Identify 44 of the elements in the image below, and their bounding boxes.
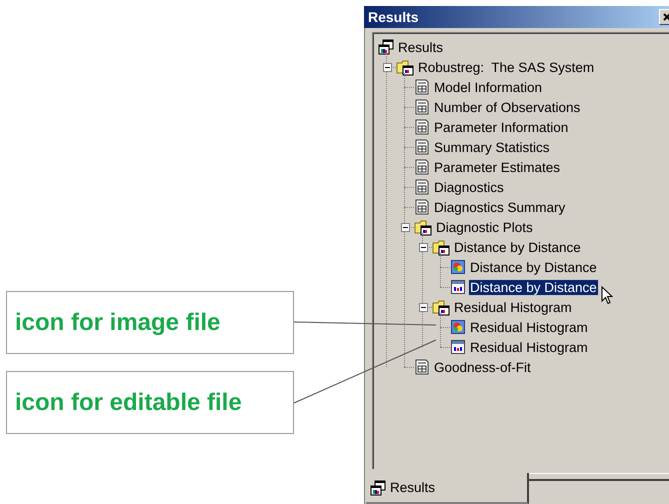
picture-file-icon xyxy=(450,259,466,275)
tree-item[interactable]: Residual Histogram xyxy=(469,340,589,354)
callout-label: icon for image file xyxy=(6,291,294,354)
tree-item[interactable]: Goodness-of-Fit xyxy=(433,360,532,374)
tree-item[interactable]: Distance by Distance xyxy=(469,280,598,294)
folder-icon xyxy=(414,218,432,236)
table-icon xyxy=(414,359,430,375)
table-icon xyxy=(414,159,430,175)
tree-item[interactable]: Parameter Information xyxy=(433,120,570,134)
chart-window-icon xyxy=(450,279,466,295)
tree-item[interactable]: Parameter Estimates xyxy=(433,160,562,174)
table-icon xyxy=(414,119,430,135)
tree-item[interactable]: Number of Observations xyxy=(433,100,582,114)
mouse-cursor-icon xyxy=(600,286,613,304)
collapse-toggle[interactable] xyxy=(418,242,428,252)
table-icon xyxy=(414,79,430,95)
tree-item[interactable]: Results xyxy=(397,40,444,54)
tree-item[interactable]: Model Information xyxy=(433,80,544,94)
tree-item[interactable]: Distance by Distance xyxy=(469,260,598,274)
tree-item[interactable]: Summary Statistics xyxy=(433,140,551,154)
windows-icon xyxy=(378,39,394,55)
tree-item[interactable]: Residual Histogram xyxy=(469,320,589,334)
chart-window-icon xyxy=(450,339,466,355)
collapse-toggle[interactable] xyxy=(418,302,428,312)
collapse-toggle[interactable] xyxy=(400,222,410,232)
tree-item[interactable]: Diagnostics xyxy=(433,180,505,194)
table-icon xyxy=(414,179,430,195)
folder-icon xyxy=(396,58,414,76)
tree-item[interactable]: Diagnostic Plots xyxy=(435,220,534,234)
tree-item[interactable]: Residual Histogram xyxy=(453,300,573,314)
windows-icon xyxy=(370,480,386,496)
tab[interactable]: Results xyxy=(366,473,529,504)
window-title: Results xyxy=(368,9,419,25)
folder-icon xyxy=(432,238,450,256)
table-icon xyxy=(414,99,430,115)
folder-icon xyxy=(432,298,450,316)
table-icon xyxy=(414,199,430,215)
tree-item[interactable]: Robustreg: The SAS System xyxy=(417,60,596,74)
table-icon xyxy=(414,139,430,155)
callout-label: icon for editable file xyxy=(6,371,294,434)
tree-item[interactable]: Distance by Distance xyxy=(453,240,582,254)
tree-item[interactable]: Diagnostics Summary xyxy=(433,200,566,214)
picture-file-icon xyxy=(450,319,466,335)
collapse-toggle[interactable] xyxy=(382,62,392,72)
